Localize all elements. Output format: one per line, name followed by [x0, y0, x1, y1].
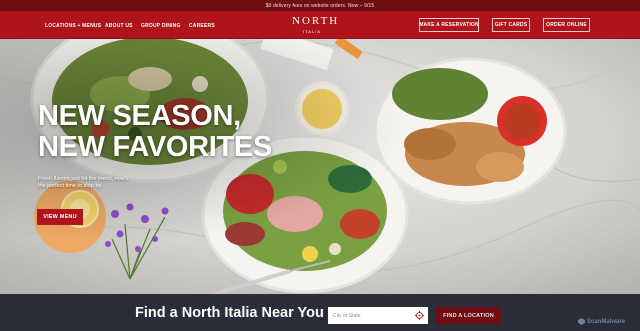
hero-description: Fresh flavors just hit the menu, now's t…	[38, 176, 129, 189]
promo-banner: $0 delivery fees on website orders. Now …	[0, 0, 640, 11]
logo-subtitle: ITALIA	[303, 29, 321, 34]
headline-line-1: NEW SEASON,	[38, 100, 241, 132]
view-menu-button[interactable]: VIEW MENU	[37, 209, 83, 225]
nav-careers[interactable]: CAREERS	[189, 23, 215, 29]
crosshair-icon[interactable]	[415, 311, 424, 320]
find-location-button[interactable]: FIND A LOCATION	[436, 307, 501, 324]
watermark-text: ScanMalware	[587, 318, 626, 325]
gift-cards-button[interactable]: GIFT CARDS	[492, 18, 530, 32]
make-reservation-button[interactable]: MAKE A RESERVATION	[419, 18, 479, 32]
north-italia-logo[interactable]: NORTH ITALIA	[292, 15, 340, 35]
nav-about-us[interactable]: ABOUT US	[105, 23, 133, 29]
nav-group-dining[interactable]: GROUP DINING	[141, 23, 181, 29]
scanmalware-logo-icon	[578, 318, 585, 325]
hero-section: NEW SEASON, NEW FAVORITES Fresh flavors …	[0, 39, 640, 294]
headline-line-2: NEW FAVORITES	[38, 131, 273, 163]
scanmalware-watermark: ScanMalware	[578, 318, 625, 325]
locator-title: Find a North Italia Near You	[135, 305, 324, 321]
nav-locations-menus[interactable]: LOCATIONS + MENUS	[45, 23, 101, 29]
logo-wordmark: NORTH	[292, 15, 340, 27]
order-online-button[interactable]: ORDER ONLINE	[543, 18, 590, 32]
hero-food-photo	[0, 39, 640, 294]
location-finder-bar: Find a North Italia Near You FIND A LOCA…	[0, 294, 640, 331]
city-state-input[interactable]	[328, 307, 428, 324]
promo-text: $0 delivery fees on website orders. Now …	[265, 2, 375, 9]
hero-headline: NEW SEASON, NEW FAVORITES	[38, 101, 272, 163]
main-nav: LOCATIONS + MENUS ABOUT US GROUP DINING …	[0, 11, 640, 39]
